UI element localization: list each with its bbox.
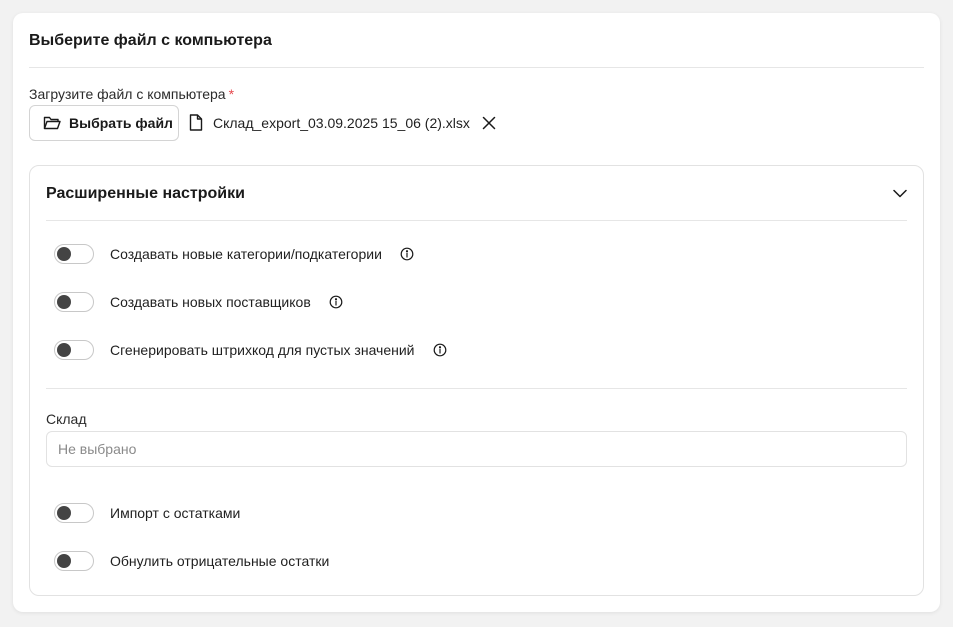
toggle-row-create-suppliers: Создавать новых поставщиков: [54, 292, 343, 312]
toggle-row-generate-barcode: Сгенерировать штрихкод для пустых значен…: [54, 340, 447, 360]
advanced-settings-title: Расширенные настройки: [46, 184, 245, 202]
toggle-label: Создавать новые категории/подкатегории: [110, 246, 382, 262]
info-icon[interactable]: [433, 343, 447, 357]
required-mark: *: [228, 86, 235, 102]
toggle-label: Импорт с остатками: [110, 505, 241, 521]
close-icon[interactable]: [482, 116, 496, 130]
create-categories-switch[interactable]: [54, 244, 94, 264]
file-name: Склад_export_03.09.2025 15_06 (2).xlsx: [213, 114, 470, 131]
divider: [46, 220, 907, 221]
upload-field-label: Загрузите файл с компьютера *: [29, 86, 234, 102]
divider: [29, 67, 924, 68]
chevron-down-icon[interactable]: [893, 189, 907, 198]
switch-knob: [57, 554, 71, 568]
toggle-row-zero-negative: Обнулить отрицательные остатки: [54, 551, 329, 571]
selected-file: Склад_export_03.09.2025 15_06 (2).xlsx: [189, 114, 496, 131]
switch-knob: [57, 295, 71, 309]
warehouse-select-placeholder: Не выбрано: [58, 441, 137, 457]
create-suppliers-switch[interactable]: [54, 292, 94, 312]
advanced-settings-panel: Расширенные настройки Создавать новые ка…: [29, 165, 924, 596]
info-icon[interactable]: [329, 295, 343, 309]
toggle-row-create-categories: Создавать новые категории/подкатегории: [54, 244, 414, 264]
zero-negative-switch[interactable]: [54, 551, 94, 571]
upload-card: Выберите файл с компьютера Загрузите фай…: [13, 13, 940, 612]
switch-knob: [57, 506, 71, 520]
import-stock-switch[interactable]: [54, 503, 94, 523]
folder-open-icon: [43, 115, 61, 131]
toggle-label: Сгенерировать штрихкод для пустых значен…: [110, 342, 415, 358]
toggle-row-import-stock: Импорт с остатками: [54, 503, 240, 523]
warehouse-label: Склад: [46, 411, 87, 427]
warehouse-select[interactable]: Не выбрано: [46, 431, 907, 467]
upload-label-text: Загрузите файл с компьютера: [29, 86, 226, 102]
switch-knob: [57, 343, 71, 357]
advanced-settings-header[interactable]: Расширенные настройки: [30, 166, 923, 221]
choose-file-button[interactable]: Выбрать файл: [29, 105, 179, 141]
choose-file-label: Выбрать файл: [69, 115, 173, 131]
toggle-label: Создавать новых поставщиков: [110, 294, 311, 310]
card-title: Выберите файл с компьютера: [29, 32, 272, 49]
divider: [46, 388, 907, 389]
toggle-label: Обнулить отрицательные остатки: [110, 553, 330, 569]
file-icon: [189, 114, 203, 131]
info-icon[interactable]: [400, 247, 414, 261]
switch-knob: [57, 247, 71, 261]
generate-barcode-switch[interactable]: [54, 340, 94, 360]
